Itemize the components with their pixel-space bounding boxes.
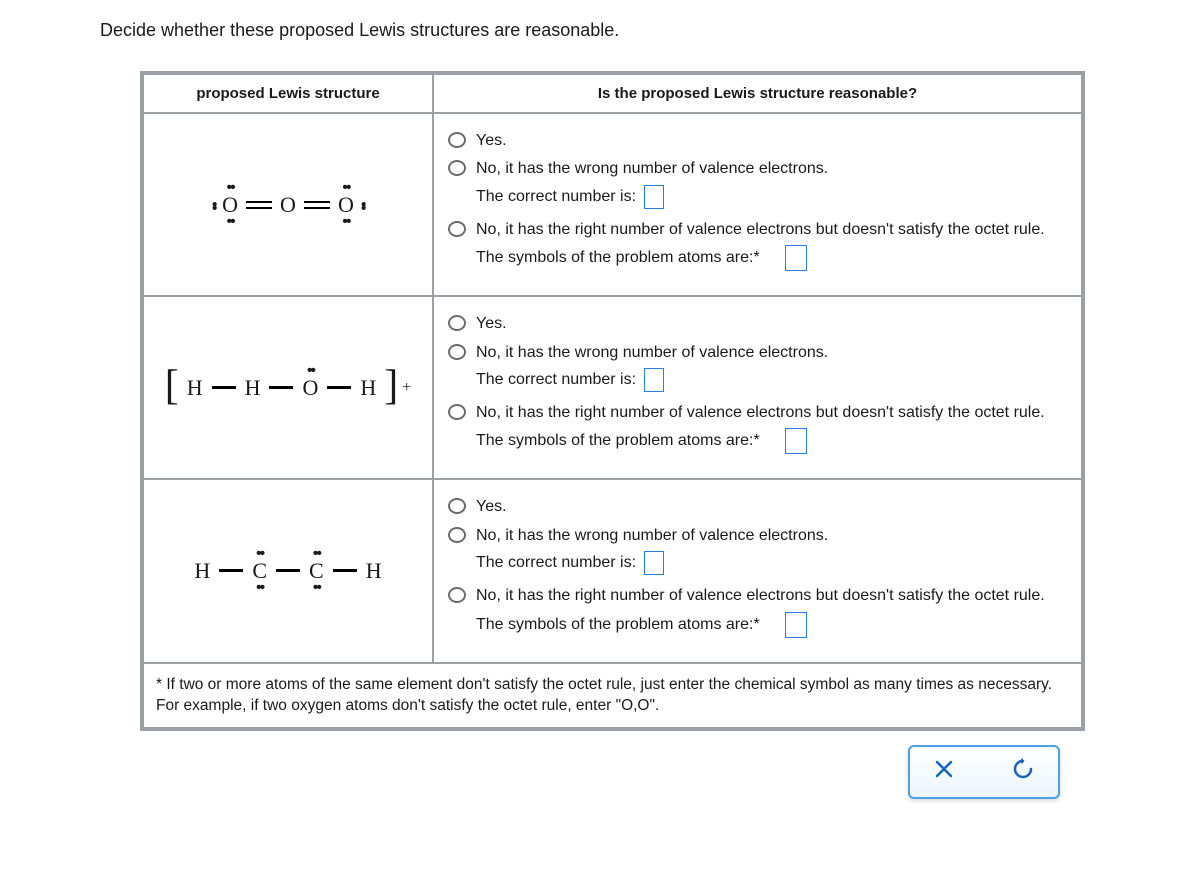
table-row: [ H H O•• H ]+ Yes. No, it has the wrong… [143, 296, 1082, 479]
problem-atoms-label: The symbols of the problem atoms are:* [476, 432, 760, 450]
main-table: proposed Lewis structure Is the proposed… [142, 73, 1083, 729]
atoms-input[interactable] [785, 245, 807, 271]
header-right: Is the proposed Lewis structure reasonab… [433, 74, 1082, 113]
question-prompt: Decide whether these proposed Lewis stru… [100, 20, 1100, 41]
answer-cell: Yes. No, it has the wrong number of vale… [433, 296, 1082, 479]
reset-icon [1012, 758, 1034, 780]
radio-wrong-count[interactable] [448, 344, 466, 360]
lewis-structure-ozone: O•••••• O O•••••• [143, 113, 433, 296]
lewis-structure-h3o-cation: [ H H O•• H ]+ [143, 296, 433, 479]
problem-atoms-label: The symbols of the problem atoms are:* [476, 249, 760, 267]
close-icon [934, 759, 954, 779]
radio-octet[interactable] [448, 404, 466, 420]
number-input[interactable] [644, 368, 664, 392]
problem-atoms-label: The symbols of the problem atoms are:* [476, 616, 760, 634]
radio-wrong-count[interactable] [448, 160, 466, 176]
atoms-input[interactable] [785, 612, 807, 638]
correct-number-label: The correct number is: [476, 371, 636, 389]
radio-octet[interactable] [448, 221, 466, 237]
correct-number-label: The correct number is: [476, 188, 636, 206]
number-input[interactable] [644, 551, 664, 575]
number-input[interactable] [644, 185, 664, 209]
correct-number-label: The correct number is: [476, 554, 636, 572]
single-bond-icon [327, 386, 351, 389]
table-row: H C•••• C•••• H Yes. No, it has the wron… [143, 479, 1082, 662]
radio-yes[interactable] [448, 498, 466, 514]
question-frame: proposed Lewis structure Is the proposed… [140, 71, 1085, 731]
lewis-structure-hcch-lone-pairs: H C•••• C•••• H [143, 479, 433, 662]
single-bond-icon [333, 569, 357, 572]
radio-wrong-count[interactable] [448, 527, 466, 543]
single-bond-icon [276, 569, 300, 572]
single-bond-icon [269, 386, 293, 389]
single-bond-icon [212, 386, 236, 389]
answer-cell: Yes. No, it has the wrong number of vale… [433, 479, 1082, 662]
answer-cell: Yes. No, it has the wrong number of vale… [433, 113, 1082, 296]
reset-button[interactable] [1006, 757, 1040, 787]
footnote-text: * If two or more atoms of the same eleme… [143, 663, 1082, 728]
radio-yes[interactable] [448, 315, 466, 331]
header-left: proposed Lewis structure [143, 74, 433, 113]
clear-button[interactable] [928, 758, 960, 786]
radio-octet[interactable] [448, 587, 466, 603]
toolbar [100, 745, 1060, 799]
radio-yes[interactable] [448, 132, 466, 148]
footnote-row: * If two or more atoms of the same eleme… [143, 663, 1082, 728]
single-bond-icon [219, 569, 243, 572]
table-row: O•••••• O O•••••• Yes. No, it has the wr… [143, 113, 1082, 296]
atoms-input[interactable] [785, 428, 807, 454]
